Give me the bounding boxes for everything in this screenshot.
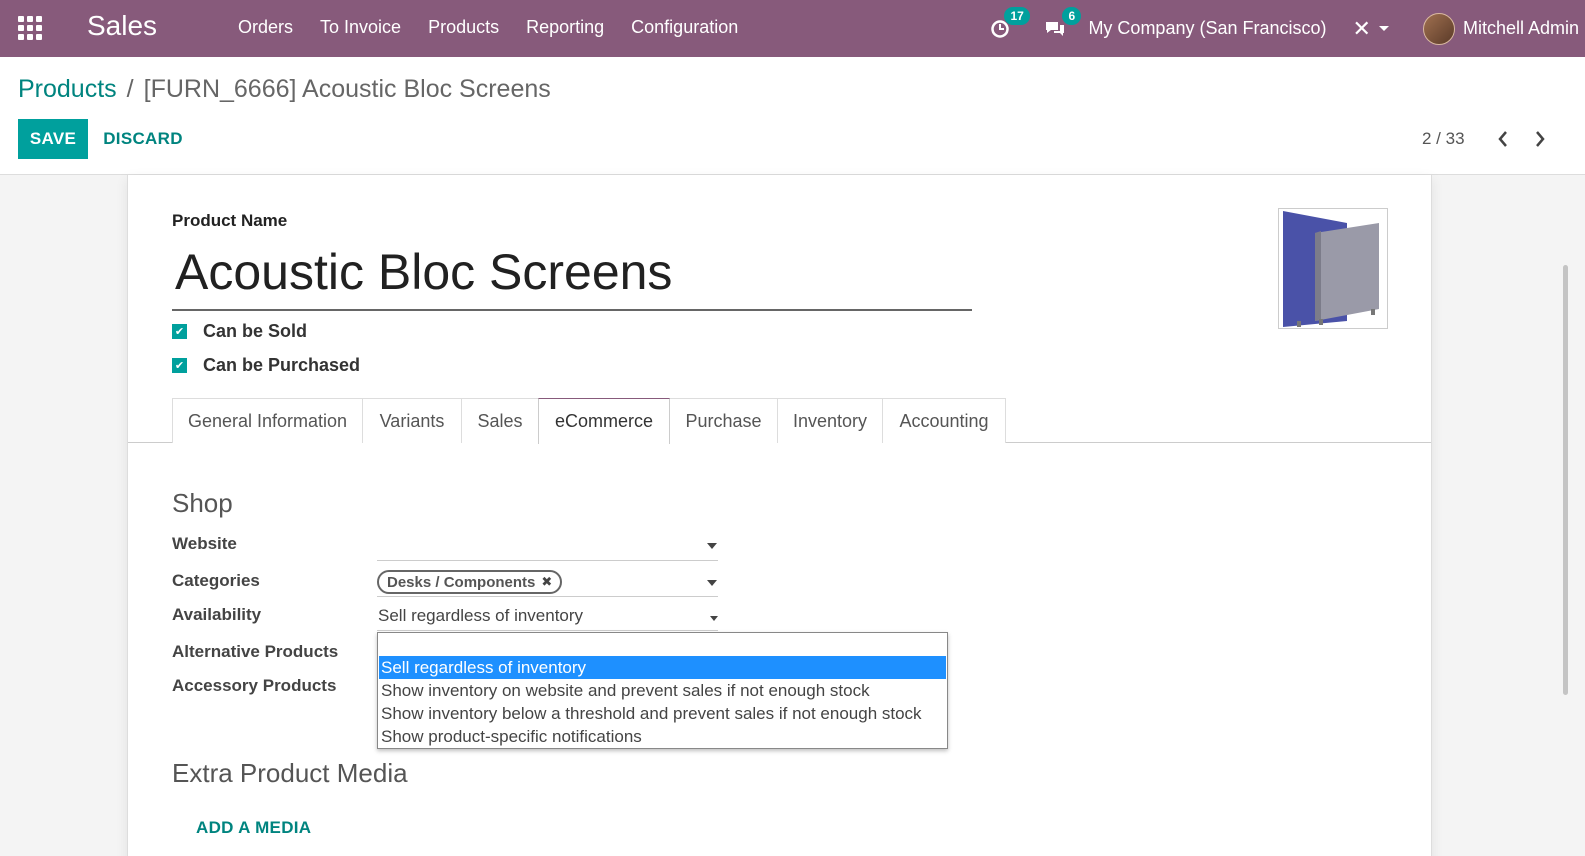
breadcrumb: Products / [FURN_6666] Acoustic Bloc Scr… — [18, 75, 551, 104]
pager-previous-button[interactable] — [1493, 127, 1513, 151]
availability-option-sell-regardless[interactable]: Sell regardless of inventory — [379, 656, 946, 679]
avatar — [1422, 12, 1455, 45]
availability-option-threshold[interactable]: Show inventory below a threshold and pre… — [379, 702, 946, 725]
website-select[interactable] — [377, 560, 718, 561]
tab-purchase[interactable]: Purchase — [669, 398, 778, 443]
tab-general-information[interactable]: General Information — [172, 398, 363, 443]
page-scrollbar[interactable] — [1563, 265, 1568, 695]
categories-input[interactable] — [377, 596, 718, 597]
user-menu[interactable]: Mitchell Admin — [1422, 12, 1579, 45]
pager-value[interactable]: 2 / 33 — [1422, 129, 1465, 149]
tab-variants[interactable]: Variants — [362, 398, 462, 443]
tab-sales[interactable]: Sales — [461, 398, 539, 443]
top-navbar: Sales Orders To Invoice Products Reporti… — [0, 0, 1585, 57]
can-be-purchased-checkbox[interactable]: ✔ — [172, 358, 187, 373]
main-menu: Orders To Invoice Products Reporting Con… — [238, 17, 738, 38]
can-be-sold-checkbox[interactable]: ✔ — [172, 324, 187, 339]
categories-label: Categories — [172, 571, 260, 590]
availability-dropdown: Sell regardless of inventory Show invent… — [377, 632, 948, 749]
product-name-input[interactable] — [172, 235, 972, 311]
availability-underline — [377, 630, 718, 631]
systray: 17 6 My Company (San Francisco) ✕ Mitche… — [990, 0, 1585, 57]
availability-option-notifications[interactable]: Show product-specific notifications — [379, 725, 946, 748]
website-caret-icon[interactable] — [707, 543, 717, 549]
menu-to-invoice[interactable]: To Invoice — [320, 17, 401, 38]
categories-caret-icon[interactable] — [707, 580, 717, 586]
notebook-tabs: General Information Variants Sales eComm… — [128, 398, 1431, 444]
tab-accounting[interactable]: Accounting — [882, 398, 1006, 443]
add-media-button[interactable]: ADD A MEDIA — [196, 818, 311, 838]
form-sheet: Product Name ✔ Can be Sold ✔ Can be Purc… — [127, 175, 1432, 856]
extra-media-title: Extra Product Media — [172, 758, 408, 788]
chevron-right-icon — [1536, 131, 1545, 147]
apps-menu-icon[interactable] — [18, 16, 42, 40]
availability-option-empty[interactable] — [379, 633, 946, 656]
alternative-products-label: Alternative Products — [172, 642, 339, 661]
category-tag: Desks / Components ✖ — [377, 570, 563, 594]
chevron-left-icon — [1498, 131, 1507, 147]
tab-inventory[interactable]: Inventory — [777, 398, 883, 443]
caret-down-icon — [1378, 26, 1389, 31]
breadcrumb-current: [FURN_6666] Acoustic Bloc Screens — [143, 75, 551, 103]
remove-tag-icon[interactable]: ✖ — [541, 574, 552, 590]
control-panel: Products / [FURN_6666] Acoustic Bloc Scr… — [0, 57, 1585, 175]
product-image[interactable] — [1278, 208, 1388, 329]
breadcrumb-separator: / — [126, 75, 134, 103]
tab-ecommerce[interactable]: eCommerce — [538, 398, 670, 444]
user-name: Mitchell Admin — [1462, 18, 1579, 38]
menu-reporting[interactable]: Reporting — [526, 17, 604, 38]
activity-menu[interactable]: 17 — [990, 6, 1030, 39]
availability-select[interactable]: Sell regardless of inventory — [378, 606, 583, 626]
breadcrumb-products[interactable]: Products — [18, 75, 117, 104]
can-be-sold-row: ✔ Can be Sold — [172, 321, 307, 342]
product-name-label: Product Name — [172, 211, 288, 230]
tools-icon: ✕ — [1352, 15, 1371, 41]
shop-section-title: Shop — [172, 488, 233, 518]
save-button[interactable]: SAVE — [18, 119, 88, 159]
pager-next-button[interactable] — [1530, 127, 1550, 151]
category-tag-label: Desks / Components — [387, 573, 536, 591]
app-name[interactable]: Sales — [87, 10, 157, 42]
availability-option-show-inventory[interactable]: Show inventory on website and prevent sa… — [379, 679, 946, 702]
can-be-purchased-label: Can be Purchased — [203, 355, 361, 375]
menu-configuration[interactable]: Configuration — [631, 17, 738, 38]
availability-caret-icon[interactable] — [710, 616, 718, 621]
messaging-menu[interactable]: 6 — [1044, 6, 1082, 39]
activity-badge: 17 — [1004, 6, 1030, 25]
company-switcher[interactable]: My Company (San Francisco) — [1088, 18, 1326, 39]
debug-menu[interactable]: ✕ — [1353, 16, 1389, 42]
availability-label: Availability — [172, 605, 262, 624]
menu-orders[interactable]: Orders — [238, 17, 293, 38]
messages-badge: 6 — [1062, 6, 1082, 25]
can-be-purchased-row: ✔ Can be Purchased — [172, 355, 360, 376]
accessory-products-label: Accessory Products — [172, 676, 337, 695]
menu-products[interactable]: Products — [428, 17, 499, 38]
website-label: Website — [172, 534, 237, 553]
product-photo — [1283, 211, 1379, 327]
can-be-sold-label: Can be Sold — [203, 321, 308, 341]
discard-button[interactable]: DISCARD — [98, 119, 188, 159]
